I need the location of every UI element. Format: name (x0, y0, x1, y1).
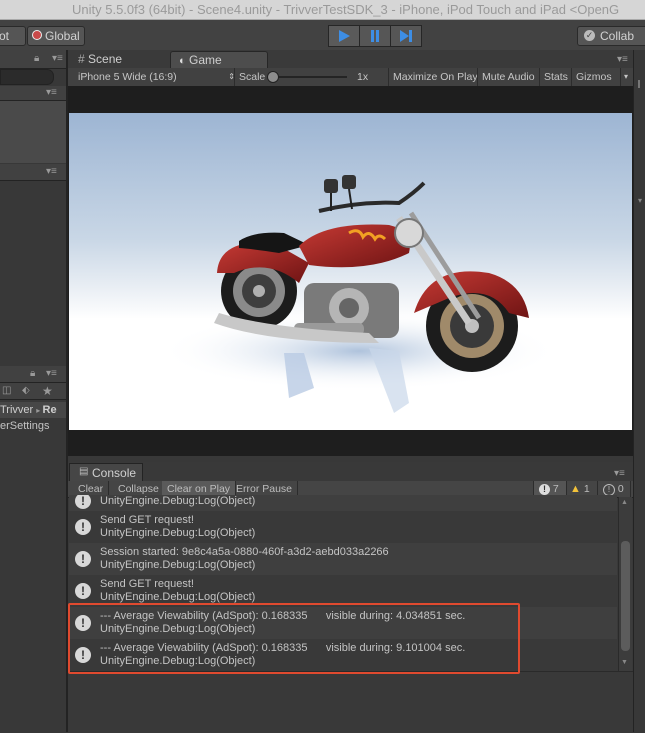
entry-message: Session started: 9e8c4a5a-0880-460f-a3d2… (100, 546, 389, 558)
console-entry[interactable]: ! Session started: 9e8c4a5a-0880-460f-a3… (69, 543, 617, 575)
info-icon: ! (75, 495, 91, 509)
global-toggle-button[interactable]: Global (27, 26, 85, 46)
game-view-toolbar: iPhone 5 Wide (16:9) ⇕ Scale 1x Maximize… (68, 68, 633, 87)
filter-icon[interactable]: ◫ (2, 385, 11, 396)
maximize-on-play-button[interactable]: Maximize On Play (388, 68, 482, 86)
pause-button[interactable] (359, 25, 391, 47)
console-entry[interactable]: ! Send GET request! UnityEngine.Debug:Lo… (69, 511, 617, 543)
global-label: Global (45, 29, 80, 43)
scale-value: 1x (357, 71, 369, 83)
panel-header: ▾≡ (0, 86, 66, 101)
resolution-dropdown[interactable]: iPhone 5 Wide (16:9) ⇕ (74, 68, 237, 86)
warning-icon: ▲ (570, 483, 581, 495)
info-icon: ! (75, 551, 91, 567)
play-icon (339, 30, 350, 42)
scroll-up-icon[interactable]: ▲ (621, 499, 628, 506)
scale-label: Scale (239, 71, 266, 83)
breadcrumb: Trivver ▸ Re (0, 402, 66, 418)
chevron-down-icon: ▾ (619, 68, 628, 86)
left-panel: 🔒︎ ▾≡ ▾≡ ▾≡ 🔒︎ ▾≡ ◫ ⬖ ★ Trivver ▸ Re erS… (0, 50, 68, 732)
inspector-edge: ▾ (633, 50, 645, 732)
collab-button[interactable]: ✓ Collab (577, 26, 645, 46)
scene-game-tabs: # Scene ◐ Game ▾≡ (68, 50, 633, 69)
lock-icon[interactable]: 🔒︎ (30, 368, 35, 379)
info-icon: ! (75, 519, 91, 535)
pivot-toggle-button[interactable]: ot (0, 26, 26, 46)
highlight-box (68, 603, 520, 674)
window-title: Unity 5.5.0f3 (64bit) - Scene4.unity - T… (72, 2, 620, 17)
console-icon: ▤ (79, 466, 89, 477)
scrollbar-thumb[interactable] (621, 541, 630, 651)
tab-game[interactable]: ◐ Game (170, 51, 268, 69)
info-icon: ! (75, 583, 91, 599)
warning-count: 1 (583, 483, 590, 495)
star-icon[interactable]: ★ (42, 384, 53, 398)
entry-stack: UnityEngine.Debug:Log(Object) (100, 527, 256, 539)
gizmos-label: Gizmos (576, 71, 612, 83)
entry-stack: UnityEngine.Debug:Log(Object) (100, 559, 256, 571)
game-render-view[interactable] (69, 113, 632, 430)
motorcycle-render (159, 175, 559, 413)
play-button[interactable] (328, 25, 360, 47)
panel-menu-icon[interactable]: ▾≡ (46, 368, 57, 379)
panel-menu-icon[interactable]: ▾≡ (617, 54, 628, 65)
scale-slider-handle[interactable] (267, 71, 279, 83)
label-icon[interactable]: ⬖ (22, 385, 30, 396)
playback-controls (328, 25, 422, 47)
project-header: 🔒︎ ▾≡ (0, 366, 66, 383)
hierarchy-search-input[interactable] (0, 69, 54, 85)
tab-console[interactable]: ▤ Console (69, 463, 143, 482)
main-toolbar: ot Global ✓ Collab (0, 20, 645, 51)
scroll-indicator (638, 80, 640, 88)
panel-menu-icon[interactable]: ▾≡ (52, 53, 63, 64)
console-detail-area (68, 671, 633, 733)
hierarchy-header: 🔒︎ ▾≡ (0, 50, 66, 69)
step-icon (400, 30, 412, 42)
scale-control: Scale 1x (234, 68, 383, 86)
grid-icon: # (78, 52, 85, 66)
console-scrollbar[interactable]: ▲ ▼ (618, 497, 632, 671)
project-toolbar: ◫ ⬖ ★ (0, 383, 66, 400)
panel-content (0, 101, 66, 163)
project-item[interactable]: erSettings (0, 420, 66, 434)
breadcrumb-item[interactable]: Trivver (0, 404, 33, 416)
gizmos-dropdown[interactable]: Gizmos ▾ (571, 68, 630, 86)
globe-icon (32, 30, 42, 40)
chevron-down-icon[interactable]: ▾ (638, 196, 642, 205)
log-count: 7 (552, 483, 559, 495)
game-controller-icon: ◐ (179, 55, 186, 67)
entry-message: Send GET request! (100, 514, 194, 526)
check-icon: ✓ (584, 30, 595, 41)
panel-menu-icon[interactable]: ▾≡ (46, 166, 57, 177)
entry-stack: UnityEngine.Debug:Log(Object) (100, 591, 256, 603)
panel-menu-icon[interactable]: ▾≡ (614, 468, 625, 479)
console-entry[interactable]: ! UnityEngine.Debug:Log(Object) (69, 495, 617, 511)
entry-stack: UnityEngine.Debug:Log(Object) (100, 495, 256, 507)
scroll-down-icon[interactable]: ▼ (621, 659, 628, 666)
collab-label: Collab (600, 29, 635, 43)
stats-button[interactable]: Stats (539, 68, 572, 86)
resolution-label: iPhone 5 Wide (16:9) (78, 71, 177, 83)
window-title-bar: Unity 5.5.0f3 (64bit) - Scene4.unity - T… (0, 0, 645, 20)
step-button[interactable] (390, 25, 422, 47)
panel-menu-icon[interactable]: ▾≡ (46, 87, 57, 98)
pivot-label: ot (0, 29, 10, 43)
tab-scene[interactable]: # Scene (70, 51, 131, 68)
breadcrumb-item[interactable]: Re (43, 404, 57, 416)
error-count: 0 (617, 483, 624, 495)
tab-scene-label: Scene (88, 52, 123, 66)
console-tab-label: Console (92, 466, 137, 480)
panel-header: ▾≡ (0, 164, 66, 181)
info-icon: ! (539, 484, 550, 495)
entry-message: Send GET request! (100, 578, 194, 590)
pause-icon (371, 30, 379, 42)
scale-slider-track[interactable] (269, 76, 347, 78)
mute-audio-button[interactable]: Mute Audio (477, 68, 539, 86)
lock-icon[interactable]: 🔒︎ (34, 53, 39, 64)
tab-game-label: Game (189, 53, 222, 67)
